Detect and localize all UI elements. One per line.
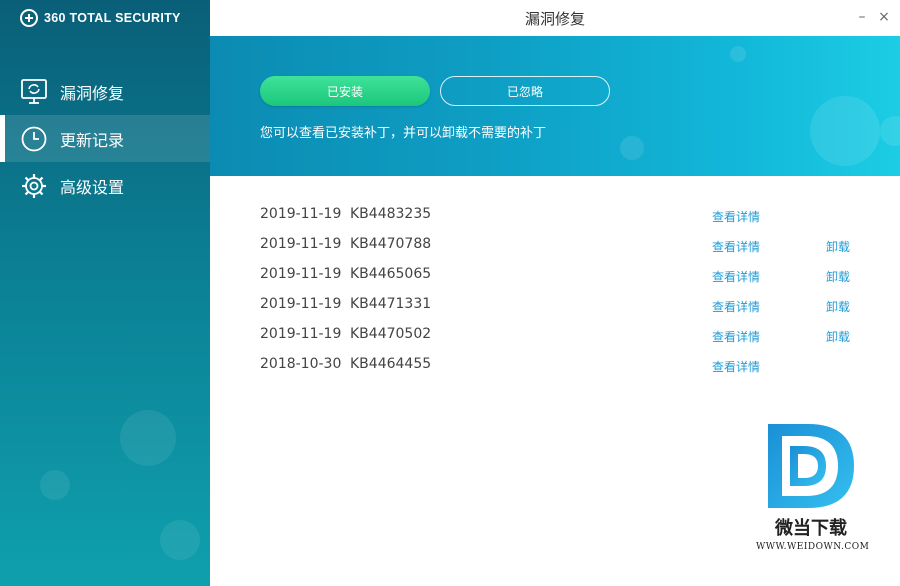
window-title: 漏洞修复 bbox=[524, 10, 585, 28]
patch-date: 2019-11-19 bbox=[260, 206, 342, 222]
table-row: 2019-11-19 KB4470788 查看详情 卸载 bbox=[210, 230, 900, 260]
patch-kb: KB4464455 bbox=[350, 356, 432, 372]
watermark-url: WWW.WEIDOWN.COM bbox=[756, 542, 870, 552]
view-details-link[interactable]: 查看详情 bbox=[712, 268, 760, 285]
patch-kb: KB4483235 bbox=[350, 206, 432, 222]
clock-icon bbox=[20, 125, 48, 153]
banner-description: 您可以查看已安装补丁，并可以卸载不需要的补丁 bbox=[260, 126, 547, 141]
watermark: 微当下载 WWW.WEIDOWN.COM bbox=[756, 420, 876, 560]
patch-list: 2019-11-19 KB4483235 查看详情 2019-11-19 KB4… bbox=[210, 200, 900, 380]
decor-bokeh bbox=[620, 136, 644, 160]
patch-date: 2019-11-19 bbox=[260, 296, 342, 312]
close-button[interactable]: × bbox=[876, 8, 892, 26]
table-row: 2019-11-19 KB4470502 查看详情 卸载 bbox=[210, 320, 900, 350]
brand-plus-logo-icon bbox=[20, 9, 38, 27]
uninstall-link[interactable]: 卸载 bbox=[826, 238, 850, 255]
view-details-link[interactable]: 查看详情 bbox=[712, 298, 760, 315]
decor-bokeh bbox=[810, 96, 880, 166]
patch-date: 2018-10-30 bbox=[260, 356, 342, 372]
uninstall-link[interactable]: 卸载 bbox=[826, 268, 850, 285]
sidebar-nav: 漏洞修复 更新记录 高级设置 bbox=[0, 68, 210, 209]
title-bar: 漏洞修复 – × bbox=[210, 0, 900, 36]
view-details-link[interactable]: 查看详情 bbox=[712, 208, 760, 225]
monitor-refresh-icon bbox=[20, 78, 48, 106]
patch-kb: KB4470788 bbox=[350, 236, 432, 252]
decor-bokeh bbox=[730, 46, 746, 62]
watermark-name: 微当下载 bbox=[775, 518, 847, 539]
header-banner: 已安装 已忽略 您可以查看已安装补丁，并可以卸载不需要的补丁 bbox=[210, 36, 900, 176]
decor-bokeh bbox=[880, 116, 900, 146]
uninstall-link[interactable]: 卸载 bbox=[826, 328, 850, 345]
patch-kb: KB4470502 bbox=[350, 326, 432, 342]
table-row: 2019-11-19 KB4483235 查看详情 bbox=[210, 200, 900, 230]
sidebar-item-update-history[interactable]: 更新记录 bbox=[0, 115, 210, 162]
sidebar-item-advanced-settings[interactable]: 高级设置 bbox=[0, 162, 210, 209]
table-row: 2019-11-19 KB4471331 查看详情 卸载 bbox=[210, 290, 900, 320]
patch-kb: KB4465065 bbox=[350, 266, 432, 282]
sidebar-item-label: 高级设置 bbox=[60, 177, 125, 197]
installed-tab-button[interactable]: 已安装 bbox=[260, 76, 430, 106]
minimize-button[interactable]: – bbox=[854, 8, 870, 26]
watermark-d-logo-icon bbox=[768, 424, 854, 508]
sidebar-item-label: 更新记录 bbox=[60, 130, 125, 150]
table-row: 2019-11-19 KB4465065 查看详情 卸载 bbox=[210, 260, 900, 290]
decor-bokeh bbox=[160, 520, 200, 560]
patch-kb: KB4471331 bbox=[350, 296, 432, 312]
decor-bokeh bbox=[40, 470, 70, 500]
sidebar: 360 TOTAL SECURITY 漏洞修复 更新记录 高级设置 bbox=[0, 0, 210, 586]
patch-date: 2019-11-19 bbox=[260, 326, 342, 342]
ignored-tab-button[interactable]: 已忽略 bbox=[440, 76, 610, 106]
sidebar-item-vulnerability-repair[interactable]: 漏洞修复 bbox=[0, 68, 210, 115]
sidebar-item-label: 漏洞修复 bbox=[60, 83, 125, 103]
patch-date: 2019-11-19 bbox=[260, 266, 342, 282]
patch-date: 2019-11-19 bbox=[260, 236, 342, 252]
app-window: 360 TOTAL SECURITY 漏洞修复 更新记录 高级设置 漏洞修复 –… bbox=[0, 0, 900, 586]
decor-bokeh bbox=[120, 410, 176, 466]
table-row: 2018-10-30 KB4464455 查看详情 bbox=[210, 350, 900, 380]
view-details-link[interactable]: 查看详情 bbox=[712, 328, 760, 345]
view-details-link[interactable]: 查看详情 bbox=[712, 358, 760, 375]
uninstall-link[interactable]: 卸载 bbox=[826, 298, 850, 315]
view-details-link[interactable]: 查看详情 bbox=[712, 238, 760, 255]
brand: 360 TOTAL SECURITY bbox=[20, 8, 181, 28]
brand-name: 360 TOTAL SECURITY bbox=[44, 11, 181, 25]
gear-icon bbox=[20, 172, 48, 200]
